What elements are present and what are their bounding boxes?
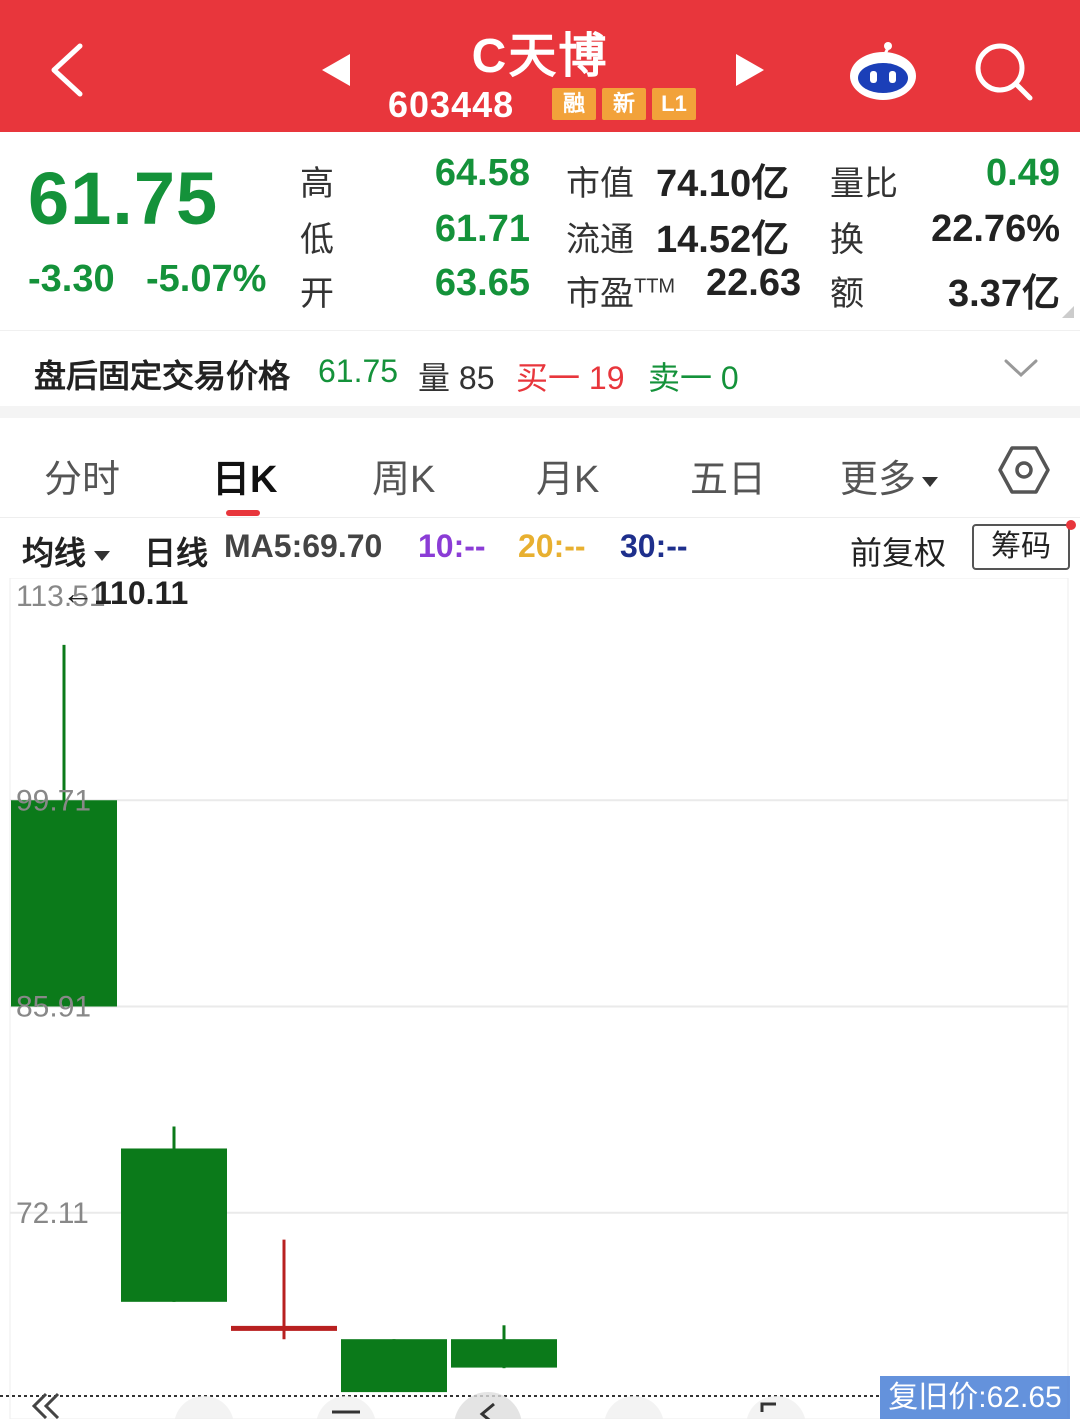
adjust-mode-button[interactable]: 前复权 — [850, 528, 946, 574]
tab-more[interactable]: 更多 — [840, 448, 939, 503]
after-hours-row[interactable]: 盘后固定交易价格 61.75 量 85 买一 19 卖一 0 — [0, 330, 1080, 406]
section-divider — [0, 406, 1080, 418]
y-axis-tick-label: 99.71 — [16, 784, 91, 817]
ma10-value: 10:-- — [418, 528, 486, 564]
fullscreen-icon — [746, 1396, 806, 1419]
price-tag: 复旧价:62.65 — [880, 1376, 1070, 1419]
new-stock-badge: 新 — [602, 88, 646, 120]
app-header: C天博 603448 融 新 L1 — [0, 0, 1080, 132]
chevron-down-icon[interactable] — [1002, 353, 1040, 383]
ma5-value: MA5:69.70 — [224, 528, 383, 564]
price-change-pct: -5.07% — [146, 258, 267, 300]
prev-stock-icon[interactable] — [318, 52, 354, 88]
candle-body[interactable] — [11, 800, 117, 1007]
candlestick-chart[interactable]: 113.5199.7185.9172.11←110.11 — [0, 578, 1080, 1419]
high-value: 64.58 — [434, 152, 530, 194]
caret-down-icon — [922, 476, 939, 487]
pe-label: 市盈TTM — [566, 275, 676, 313]
robot-assistant-icon[interactable] — [846, 38, 920, 104]
high-label: 高 — [300, 165, 334, 203]
ma20-value: 20:-- — [518, 528, 586, 564]
zoom-out-icon — [316, 1396, 376, 1419]
float-label: 流通 — [566, 221, 634, 259]
quote-panel: 61.75 -3.30 -5.07% 高 64.58 低 61.71 开 63.… — [0, 132, 1080, 322]
back-arrow-icon[interactable] — [44, 40, 96, 100]
active-tab-indicator — [226, 510, 260, 516]
mktcap-label: 市值 — [566, 165, 634, 203]
price-change: -3.30 — [28, 258, 115, 300]
candle-body[interactable] — [341, 1339, 447, 1393]
y-axis-tick-label: 72.11 — [16, 1197, 89, 1230]
after-hours-price: 61.75 — [318, 353, 399, 389]
vol-ratio-value: 0.49 — [986, 152, 1060, 194]
after-hours-label: 盘后固定交易价格 — [34, 358, 291, 394]
chips-button[interactable]: 筹码 — [972, 524, 1070, 570]
after-hours-volume: 量 85 — [418, 360, 495, 396]
tab-monthly-k[interactable]: 月K — [536, 448, 599, 503]
amount-value: 3.37亿 — [948, 273, 1060, 315]
margin-badge: 融 — [552, 88, 596, 120]
tab-intraday[interactable]: 分时 — [44, 448, 120, 503]
amount-label: 额 — [830, 275, 864, 313]
stock-code: 603448 — [388, 84, 515, 125]
stock-name: C天博 — [471, 30, 609, 83]
ma-indicator-row: 均线 日线 MA5:69.70 10:-- 20:-- 30:-- 前复权 筹码 — [0, 518, 1080, 578]
mktcap-value: 74.10亿 — [656, 163, 790, 205]
settings-hexagon-icon[interactable] — [998, 444, 1050, 496]
low-label: 低 — [300, 221, 334, 259]
pe-value: 22.63 — [706, 262, 802, 304]
open-label: 开 — [300, 275, 334, 313]
open-value: 63.65 — [434, 262, 530, 304]
y-axis-tick-label: 85.91 — [16, 991, 91, 1024]
buy1-quote: 买一 19 — [516, 360, 625, 396]
turnover-label: 换 — [830, 221, 864, 259]
tab-five-day[interactable]: 五日 — [690, 448, 766, 503]
line-type-label: 日线 — [144, 535, 209, 571]
sell1-quote: 卖一 0 — [648, 360, 739, 396]
expand-corner-icon[interactable] — [1062, 306, 1074, 318]
low-value: 61.71 — [434, 208, 530, 250]
candle-body[interactable] — [121, 1148, 227, 1302]
nav-right-icon — [604, 1396, 664, 1419]
tab-weekly-k[interactable]: 周K — [372, 448, 435, 503]
ma30-value: 30:-- — [620, 528, 688, 564]
candle-body[interactable] — [231, 1325, 337, 1331]
tab-daily-k[interactable]: 日K — [212, 448, 277, 503]
vol-ratio-label: 量比 — [830, 165, 898, 203]
notification-dot — [1066, 520, 1076, 530]
float-value: 14.52亿 — [656, 219, 790, 261]
ma-selector[interactable]: 均线 — [22, 528, 111, 574]
search-icon[interactable] — [972, 40, 1034, 102]
zoom-in-icon — [174, 1396, 234, 1419]
last-price: 61.75 — [28, 157, 219, 240]
chart-tabs: 分时 日K 周K 月K 五日 更多 — [0, 418, 1080, 518]
level1-badge: L1 — [652, 88, 696, 120]
ttm-superscript: TTM — [634, 275, 676, 298]
candle-body[interactable] — [451, 1339, 557, 1368]
max-price-marker: ←110.11 — [62, 578, 188, 611]
turnover-value: 22.76% — [931, 208, 1060, 250]
next-stock-icon[interactable] — [732, 52, 768, 88]
caret-down-icon — [94, 550, 111, 561]
